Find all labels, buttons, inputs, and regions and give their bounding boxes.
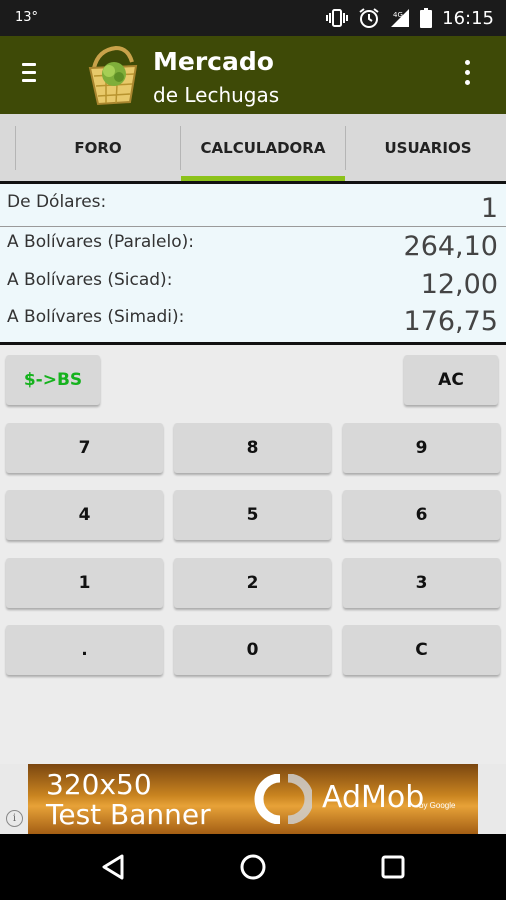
- recents-icon[interactable]: [380, 854, 406, 880]
- key-5[interactable]: 5: [174, 490, 331, 540]
- tab-foro[interactable]: FORO: [16, 114, 180, 181]
- ad-test-text: Test Banner: [46, 798, 211, 831]
- tab-usuarios[interactable]: USUARIOS: [346, 114, 506, 181]
- status-bar: 13° 4G 16:15: [0, 0, 506, 36]
- key-9[interactable]: 9: [343, 423, 500, 473]
- key-2[interactable]: 2: [174, 558, 331, 608]
- clear-button[interactable]: C: [343, 625, 500, 675]
- navigation-bar: [0, 834, 506, 900]
- app-title: Mercado: [153, 47, 274, 76]
- key-decimal[interactable]: .: [6, 625, 163, 675]
- key-8[interactable]: 8: [174, 423, 331, 473]
- rate-sicad-label: A Bolívares (Sicad):: [7, 270, 173, 290]
- status-temperature: 13°: [15, 10, 39, 25]
- ad-creative[interactable]: 320x50 Test Banner AdMob by Google: [28, 764, 478, 834]
- key-7[interactable]: 7: [6, 423, 163, 473]
- tab-calculadora[interactable]: CALCULADORA: [181, 114, 345, 181]
- status-icons: 4G 16:15: [326, 6, 494, 30]
- display-top-rule: [0, 181, 506, 184]
- back-icon[interactable]: [100, 853, 126, 881]
- convert-button[interactable]: $->BS: [6, 355, 100, 405]
- rate-simadi-label: A Bolívares (Simadi):: [7, 307, 185, 327]
- status-time: 16:15: [442, 7, 494, 29]
- key-0[interactable]: 0: [174, 625, 331, 675]
- alarm-icon: [359, 8, 379, 28]
- from-currency-label: De Dólares:: [7, 192, 107, 212]
- clear-all-button[interactable]: AC: [404, 355, 498, 405]
- display-bottom-rule: [0, 342, 506, 345]
- app-subtitle: de Lechugas: [153, 83, 280, 107]
- key-3[interactable]: 3: [343, 558, 500, 608]
- app-bar: Mercado de Lechugas: [0, 36, 506, 114]
- key-4[interactable]: 4: [6, 490, 163, 540]
- ad-info-icon[interactable]: i: [6, 810, 23, 827]
- signal-icon: 4G: [391, 9, 410, 27]
- ad-banner: i 320x50 Test Banner AdMob by Google: [0, 764, 506, 834]
- vibrate-icon: [326, 9, 349, 27]
- conversion-display: De Dólares: 1 A Bolívares (Paralelo): 26…: [0, 181, 506, 345]
- home-icon[interactable]: [239, 853, 267, 881]
- ad-size-text: 320x50: [46, 768, 152, 801]
- key-6[interactable]: 6: [343, 490, 500, 540]
- menu-icon[interactable]: [22, 58, 48, 92]
- overflow-icon[interactable]: [460, 60, 474, 94]
- admob-wordmark: AdMob: [322, 780, 425, 815]
- tab-bar: FORO CALCULADORA USUARIOS: [0, 114, 506, 181]
- tab-divider: [15, 126, 16, 170]
- admob-by-google: by Google: [419, 801, 456, 810]
- rate-sicad-value: 12,00: [420, 269, 498, 300]
- display-divider: [0, 226, 506, 227]
- svg-text:4G: 4G: [393, 11, 403, 19]
- rate-simadi-value: 176,75: [403, 306, 498, 337]
- rate-paralelo-label: A Bolívares (Paralelo):: [7, 232, 194, 252]
- battery-icon: [420, 8, 433, 28]
- from-value: 1: [480, 193, 498, 224]
- admob-logo-icon: [254, 774, 312, 824]
- rate-paralelo-value: 264,10: [403, 231, 498, 262]
- key-1[interactable]: 1: [6, 558, 163, 608]
- basket-logo: [88, 45, 138, 106]
